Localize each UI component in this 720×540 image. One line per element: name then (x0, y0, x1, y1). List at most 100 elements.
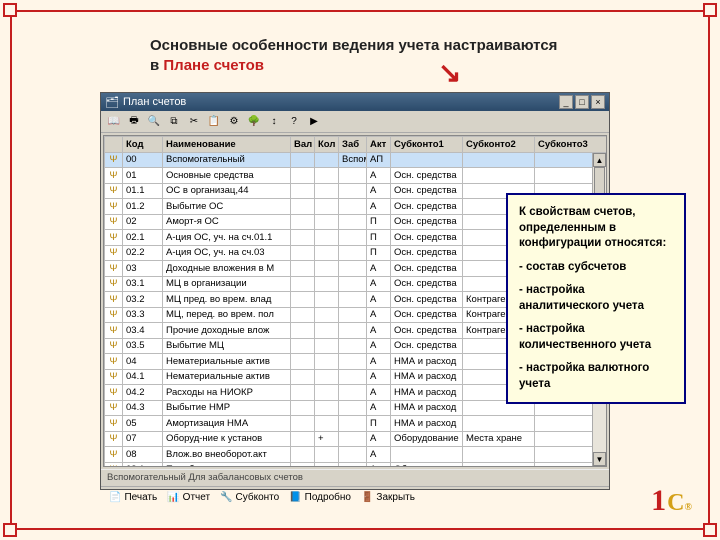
copy-icon[interactable]: ⧉ (167, 115, 181, 129)
scroll-down-icon[interactable]: ▼ (593, 452, 606, 466)
cell (463, 447, 535, 463)
cell: Выбытие МЦ (163, 338, 291, 354)
cell (315, 183, 339, 199)
cell (291, 400, 315, 416)
callout-item: - настройка валютного учета (519, 361, 673, 392)
cell (291, 214, 315, 230)
cell: Выбытие ОС (163, 199, 291, 215)
cell: Влож.во внеоборот.акт (163, 447, 291, 463)
cell: Вспом-ый учет (339, 152, 367, 168)
cell (315, 199, 339, 215)
column-header[interactable]: Заб (339, 137, 367, 153)
callout-intro: К свойствам счетов, определенным в конфи… (519, 205, 673, 252)
cell (291, 152, 315, 168)
more-button[interactable]: 📘Подробно (289, 492, 351, 503)
maximize-button[interactable]: □ (575, 95, 589, 109)
cell: А-ция ОС, уч. на сч.03 (163, 245, 291, 261)
column-header[interactable]: Субконто1 (391, 137, 463, 153)
row-marker-icon: Ψ (105, 431, 123, 447)
sort-icon[interactable]: ↕ (267, 115, 281, 129)
help-icon[interactable]: ? (287, 115, 301, 129)
column-header[interactable]: Акт (367, 137, 391, 153)
column-header[interactable]: Субконто3 (535, 137, 607, 153)
cell: Места хране (463, 431, 535, 447)
book-icon[interactable]: 📖 (107, 115, 121, 129)
close-button[interactable]: × (591, 95, 605, 109)
table-row[interactable]: Ψ05Амортизация НМАПНМА и расход (105, 416, 607, 432)
arrow-icon: ↘ (438, 60, 461, 82)
cell (339, 183, 367, 199)
cell: ОС в организац,44 (163, 183, 291, 199)
cell: Вспомогательный (163, 152, 291, 168)
print-button[interactable]: 📄Печать (109, 492, 157, 503)
cell (391, 152, 463, 168)
subkonto-button[interactable]: 🔧Субконто (220, 492, 279, 503)
cell: МЦ, перед. во врем. пол (163, 307, 291, 323)
column-header[interactable]: Субконто2 (463, 137, 535, 153)
cell: 08.1 (123, 462, 163, 467)
row-marker-icon: Ψ (105, 152, 123, 168)
column-header[interactable]: Код (123, 137, 163, 153)
cell (339, 276, 367, 292)
cell: 02.1 (123, 230, 163, 246)
logo-c: С (667, 490, 684, 517)
print-icon[interactable]: 🖶 (127, 115, 141, 129)
frame-corner (3, 523, 17, 537)
close-button-bottom[interactable]: 🚪Закрыть (361, 492, 415, 503)
cell (315, 385, 339, 401)
column-header[interactable]: Вал (291, 137, 315, 153)
cell (315, 261, 339, 277)
table-row[interactable]: Ψ01Основные средстваАОсн. средства (105, 168, 607, 184)
cell: 04.1 (123, 369, 163, 385)
column-header[interactable] (105, 137, 123, 153)
cell (339, 214, 367, 230)
cut-icon[interactable]: ✂ (187, 115, 201, 129)
cell: 04.3 (123, 400, 163, 416)
cell (339, 230, 367, 246)
cell (315, 354, 339, 370)
find-icon[interactable]: 🔍 (147, 115, 161, 129)
column-header[interactable]: Кол (315, 137, 339, 153)
titlebar[interactable]: 🗂 План счетов _ □ × (101, 93, 609, 111)
column-header[interactable]: Наименование (163, 137, 291, 153)
cell (315, 230, 339, 246)
table-row[interactable]: Ψ08Влож.во внеоборот.актА (105, 447, 607, 463)
cell: 08 (123, 447, 163, 463)
play-icon[interactable]: ▶ (307, 115, 321, 129)
minimize-button[interactable]: _ (559, 95, 573, 109)
row-marker-icon: Ψ (105, 400, 123, 416)
row-marker-icon: Ψ (105, 447, 123, 463)
tree-icon[interactable]: 🌳 (247, 115, 261, 129)
cell: 03.1 (123, 276, 163, 292)
cell: А (367, 338, 391, 354)
scroll-up-icon[interactable]: ▲ (593, 153, 606, 167)
row-marker-icon: Ψ (105, 199, 123, 215)
cell (339, 462, 367, 467)
cell: А (367, 462, 391, 467)
report-button[interactable]: 📊Отчет (167, 492, 210, 503)
cell (339, 307, 367, 323)
cell: А (367, 400, 391, 416)
cell: Нематериальные актив (163, 354, 291, 370)
cell (463, 168, 535, 184)
window-title: План счетов (123, 96, 557, 108)
cell (291, 230, 315, 246)
frame-corner (703, 3, 717, 17)
cell: НМА и расход (391, 369, 463, 385)
paste-icon[interactable]: 📋 (207, 115, 221, 129)
cell (315, 400, 339, 416)
cell: Объекты внео (391, 462, 463, 467)
table-row[interactable]: Ψ00ВспомогательныйВспом-ый учетАП (105, 152, 607, 168)
cell: НМА и расход (391, 385, 463, 401)
table-row[interactable]: Ψ07Оборуд-ние к установ+АОборудованиеМес… (105, 431, 607, 447)
cell: А (367, 168, 391, 184)
cell: Основные средства (163, 168, 291, 184)
cell (339, 400, 367, 416)
table-row[interactable]: Ψ08.1Приобретение зем.учаАОбъекты внео (105, 462, 607, 467)
cell (339, 416, 367, 432)
row-marker-icon: Ψ (105, 276, 123, 292)
row-marker-icon: Ψ (105, 261, 123, 277)
cell (315, 323, 339, 339)
props-icon[interactable]: ⚙ (227, 115, 241, 129)
cell: А (367, 385, 391, 401)
